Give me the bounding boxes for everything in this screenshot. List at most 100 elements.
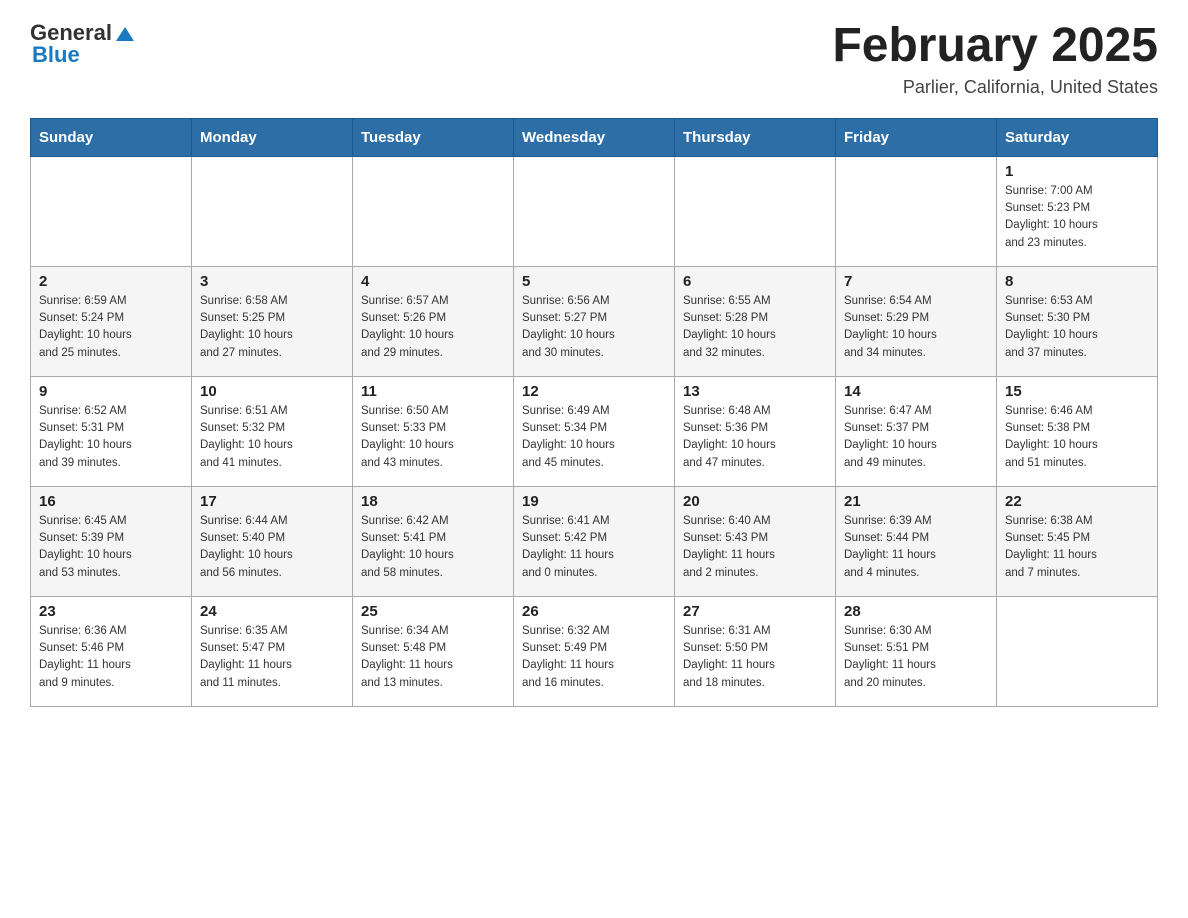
calendar-day-cell: 2 Sunrise: 6:59 AM Sunset: 5:24 PM Daylig… xyxy=(31,266,192,376)
day-info: Sunrise: 6:36 AM Sunset: 5:46 PM Dayligh… xyxy=(39,623,183,692)
day-number: 28 xyxy=(844,603,988,620)
day-info: Sunrise: 6:52 AM Sunset: 5:31 PM Dayligh… xyxy=(39,403,183,472)
day-info: Sunrise: 6:44 AM Sunset: 5:40 PM Dayligh… xyxy=(200,513,344,582)
calendar-day-cell: 9 Sunrise: 6:52 AM Sunset: 5:31 PM Daylig… xyxy=(31,376,192,486)
day-info: Sunrise: 6:58 AM Sunset: 5:25 PM Dayligh… xyxy=(200,293,344,362)
calendar-day-cell: 14Sunrise: 6:47 AM Sunset: 5:37 PM Dayli… xyxy=(836,376,997,486)
day-number: 24 xyxy=(200,603,344,620)
day-number: 8 xyxy=(1005,273,1149,290)
calendar-day-cell: 7 Sunrise: 6:54 AM Sunset: 5:29 PM Daylig… xyxy=(836,266,997,376)
calendar-day-cell: 24 Sunrise: 6:35 AM Sunset: 5:47 PM Dayli… xyxy=(192,596,353,706)
day-info: Sunrise: 6:56 AM Sunset: 5:27 PM Dayligh… xyxy=(522,293,666,362)
day-number: 1 xyxy=(1005,163,1149,180)
logo: General Blue xyxy=(30,20,136,68)
calendar-day-cell xyxy=(353,156,514,266)
logo-triangle-icon xyxy=(114,23,136,45)
calendar-day-header: Tuesday xyxy=(353,118,514,156)
day-info: Sunrise: 6:51 AM Sunset: 5:32 PM Dayligh… xyxy=(200,403,344,472)
day-info: Sunrise: 6:35 AM Sunset: 5:47 PM Dayligh… xyxy=(200,623,344,692)
day-info: Sunrise: 6:34 AM Sunset: 5:48 PM Dayligh… xyxy=(361,623,505,692)
calendar-day-cell xyxy=(997,596,1158,706)
calendar-day-cell: 18 Sunrise: 6:42 AM Sunset: 5:41 PM Dayli… xyxy=(353,486,514,596)
calendar-header-row: SundayMondayTuesdayWednesdayThursdayFrid… xyxy=(31,118,1158,156)
day-info: Sunrise: 6:38 AM Sunset: 5:45 PM Dayligh… xyxy=(1005,513,1149,582)
day-number: 12 xyxy=(522,383,666,400)
calendar-day-header: Saturday xyxy=(997,118,1158,156)
calendar-week-row: 16 Sunrise: 6:45 AM Sunset: 5:39 PM Dayli… xyxy=(31,486,1158,596)
day-info: Sunrise: 6:41 AM Sunset: 5:42 PM Dayligh… xyxy=(522,513,666,582)
day-info: Sunrise: 6:30 AM Sunset: 5:51 PM Dayligh… xyxy=(844,623,988,692)
calendar-day-cell: 6Sunrise: 6:55 AM Sunset: 5:28 PM Daylig… xyxy=(675,266,836,376)
day-info: Sunrise: 6:49 AM Sunset: 5:34 PM Dayligh… xyxy=(522,403,666,472)
calendar-week-row: 2 Sunrise: 6:59 AM Sunset: 5:24 PM Daylig… xyxy=(31,266,1158,376)
calendar-week-row: 1 Sunrise: 7:00 AM Sunset: 5:23 PM Daylig… xyxy=(31,156,1158,266)
day-number: 23 xyxy=(39,603,183,620)
day-number: 6 xyxy=(683,273,827,290)
calendar-day-cell: 23 Sunrise: 6:36 AM Sunset: 5:46 PM Dayli… xyxy=(31,596,192,706)
calendar-day-cell: 25 Sunrise: 6:34 AM Sunset: 5:48 PM Dayli… xyxy=(353,596,514,706)
day-number: 17 xyxy=(200,493,344,510)
calendar-day-cell xyxy=(192,156,353,266)
day-number: 14 xyxy=(844,383,988,400)
calendar-day-cell: 26 Sunrise: 6:32 AM Sunset: 5:49 PM Dayli… xyxy=(514,596,675,706)
day-info: Sunrise: 6:31 AM Sunset: 5:50 PM Dayligh… xyxy=(683,623,827,692)
day-number: 19 xyxy=(522,493,666,510)
page-header: General Blue February 2025 Parlier, Cali… xyxy=(30,20,1158,98)
day-number: 10 xyxy=(200,383,344,400)
day-number: 26 xyxy=(522,603,666,620)
calendar-day-cell: 3 Sunrise: 6:58 AM Sunset: 5:25 PM Daylig… xyxy=(192,266,353,376)
calendar-day-cell: 4 Sunrise: 6:57 AM Sunset: 5:26 PM Daylig… xyxy=(353,266,514,376)
day-number: 20 xyxy=(683,493,827,510)
day-number: 18 xyxy=(361,493,505,510)
day-number: 25 xyxy=(361,603,505,620)
day-info: Sunrise: 6:32 AM Sunset: 5:49 PM Dayligh… xyxy=(522,623,666,692)
day-info: Sunrise: 7:00 AM Sunset: 5:23 PM Dayligh… xyxy=(1005,183,1149,252)
calendar-day-cell: 1 Sunrise: 7:00 AM Sunset: 5:23 PM Daylig… xyxy=(997,156,1158,266)
calendar-day-header: Sunday xyxy=(31,118,192,156)
calendar-day-cell: 8 Sunrise: 6:53 AM Sunset: 5:30 PM Daylig… xyxy=(997,266,1158,376)
day-info: Sunrise: 6:48 AM Sunset: 5:36 PM Dayligh… xyxy=(683,403,827,472)
day-number: 13 xyxy=(683,383,827,400)
calendar-day-cell: 5Sunrise: 6:56 AM Sunset: 5:27 PM Daylig… xyxy=(514,266,675,376)
day-info: Sunrise: 6:45 AM Sunset: 5:39 PM Dayligh… xyxy=(39,513,183,582)
calendar-day-cell xyxy=(31,156,192,266)
day-number: 21 xyxy=(844,493,988,510)
day-info: Sunrise: 6:42 AM Sunset: 5:41 PM Dayligh… xyxy=(361,513,505,582)
calendar-day-header: Monday xyxy=(192,118,353,156)
day-number: 4 xyxy=(361,273,505,290)
day-info: Sunrise: 6:54 AM Sunset: 5:29 PM Dayligh… xyxy=(844,293,988,362)
day-number: 7 xyxy=(844,273,988,290)
day-number: 22 xyxy=(1005,493,1149,510)
calendar-day-header: Friday xyxy=(836,118,997,156)
header-right: February 2025 Parlier, California, Unite… xyxy=(832,20,1158,98)
day-number: 11 xyxy=(361,383,505,400)
day-number: 3 xyxy=(200,273,344,290)
calendar-day-cell: 21 Sunrise: 6:39 AM Sunset: 5:44 PM Dayli… xyxy=(836,486,997,596)
day-info: Sunrise: 6:46 AM Sunset: 5:38 PM Dayligh… xyxy=(1005,403,1149,472)
logo-blue-text: Blue xyxy=(32,42,80,68)
calendar-day-cell: 20 Sunrise: 6:40 AM Sunset: 5:43 PM Dayli… xyxy=(675,486,836,596)
calendar-week-row: 9 Sunrise: 6:52 AM Sunset: 5:31 PM Daylig… xyxy=(31,376,1158,486)
calendar-day-cell: 11 Sunrise: 6:50 AM Sunset: 5:33 PM Dayli… xyxy=(353,376,514,486)
day-info: Sunrise: 6:39 AM Sunset: 5:44 PM Dayligh… xyxy=(844,513,988,582)
calendar-day-cell: 15 Sunrise: 6:46 AM Sunset: 5:38 PM Dayli… xyxy=(997,376,1158,486)
day-number: 16 xyxy=(39,493,183,510)
day-info: Sunrise: 6:50 AM Sunset: 5:33 PM Dayligh… xyxy=(361,403,505,472)
calendar-day-cell: 17 Sunrise: 6:44 AM Sunset: 5:40 PM Dayli… xyxy=(192,486,353,596)
day-info: Sunrise: 6:53 AM Sunset: 5:30 PM Dayligh… xyxy=(1005,293,1149,362)
calendar-day-cell xyxy=(514,156,675,266)
calendar-day-cell: 27 Sunrise: 6:31 AM Sunset: 5:50 PM Dayli… xyxy=(675,596,836,706)
day-number: 27 xyxy=(683,603,827,620)
calendar-day-cell: 22 Sunrise: 6:38 AM Sunset: 5:45 PM Dayli… xyxy=(997,486,1158,596)
calendar-day-cell: 19 Sunrise: 6:41 AM Sunset: 5:42 PM Dayli… xyxy=(514,486,675,596)
calendar-day-cell: 12 Sunrise: 6:49 AM Sunset: 5:34 PM Dayli… xyxy=(514,376,675,486)
day-number: 9 xyxy=(39,383,183,400)
day-info: Sunrise: 6:57 AM Sunset: 5:26 PM Dayligh… xyxy=(361,293,505,362)
calendar-day-cell xyxy=(675,156,836,266)
day-number: 15 xyxy=(1005,383,1149,400)
calendar-table: SundayMondayTuesdayWednesdayThursdayFrid… xyxy=(30,118,1158,707)
day-info: Sunrise: 6:59 AM Sunset: 5:24 PM Dayligh… xyxy=(39,293,183,362)
day-info: Sunrise: 6:40 AM Sunset: 5:43 PM Dayligh… xyxy=(683,513,827,582)
calendar-day-cell: 13 Sunrise: 6:48 AM Sunset: 5:36 PM Dayli… xyxy=(675,376,836,486)
day-number: 2 xyxy=(39,273,183,290)
